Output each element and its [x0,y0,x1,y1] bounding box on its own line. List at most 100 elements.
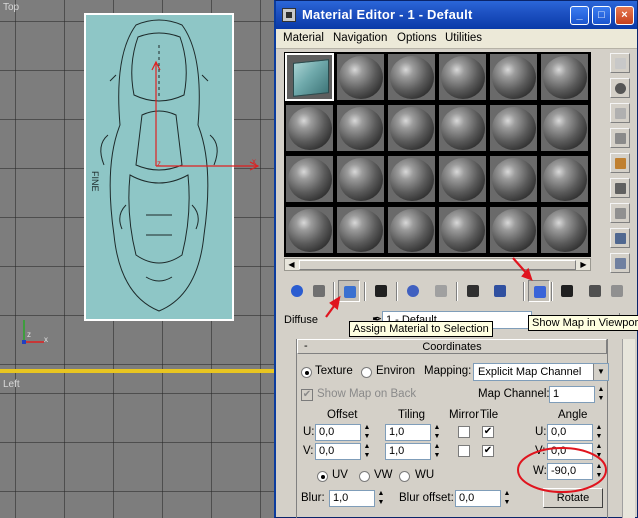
spin-up-icon[interactable]: ▲ [596,386,606,394]
v-angle-spinner[interactable]: 0,0 ▲ ▼ [547,443,605,460]
reset-map-button[interactable] [370,280,392,302]
viewport-label-left[interactable]: Left [3,379,20,390]
put-to-library-button[interactable] [462,280,484,302]
transform-gizmo[interactable] [0,0,275,369]
material-slot[interactable] [285,206,334,254]
blur-offset-value[interactable]: 0,0 [455,490,501,507]
map-channel-value[interactable]: 1 [549,386,595,403]
make-preview-icon[interactable] [610,178,630,198]
go-to-parent-button[interactable] [584,280,606,302]
w-angle-value[interactable]: -90,0 [547,463,593,480]
spin-up-icon[interactable]: ▲ [594,424,604,432]
blur-value[interactable]: 1,0 [329,490,375,507]
spin-down-icon[interactable]: ▼ [594,452,604,460]
spin-up-icon[interactable]: ▲ [362,443,372,451]
options-icon[interactable] [610,203,630,223]
put-to-scene-button[interactable] [308,280,330,302]
spin-down-icon[interactable]: ▼ [362,452,372,460]
u-angle-spinner[interactable]: 0,0 ▲ ▼ [547,424,605,441]
v-offset-value[interactable]: 0,0 [315,443,361,460]
material-slot[interactable] [489,155,538,203]
slots-horizontal-scrollbar[interactable]: ◀ ▶ [284,258,591,271]
material-slot[interactable] [540,206,589,254]
background-icon[interactable] [610,103,630,123]
material-slot[interactable] [438,104,487,152]
chevron-down-icon[interactable]: ▼ [593,364,608,380]
material-navigator-icon[interactable] [610,253,630,273]
spin-up-icon[interactable]: ▲ [594,463,604,471]
u-tile-checkbox[interactable]: ✔ [482,426,494,438]
scroll-left-arrow-icon[interactable]: ◀ [286,260,297,270]
wu-radio[interactable] [399,471,410,482]
environ-radio[interactable] [361,367,372,378]
blur-offset-spinner[interactable]: 0,0 ▲ ▼ [455,490,513,507]
material-slot[interactable] [285,104,334,152]
material-slot[interactable] [336,206,385,254]
minimize-button[interactable]: _ [570,6,589,25]
material-slot[interactable] [336,155,385,203]
material-slot[interactable] [540,104,589,152]
show-end-result-button[interactable] [556,280,578,302]
scroll-thumb[interactable] [299,260,576,270]
uv-tiling-icon[interactable] [610,128,630,148]
close-button[interactable]: × [615,6,634,25]
material-slot[interactable] [336,53,385,101]
menu-navigation[interactable]: Navigation [333,32,387,44]
v-angle-value[interactable]: 0,0 [547,443,593,460]
video-check-icon[interactable] [610,153,630,173]
material-slot[interactable] [387,104,436,152]
material-slot[interactable] [336,104,385,152]
u-offset-spinner[interactable]: 0,0 ▲ ▼ [315,424,373,441]
maximize-button[interactable]: □ [592,6,611,25]
v-offset-spinner[interactable]: 0,0 ▲ ▼ [315,443,373,460]
coordinates-rollout-header[interactable]: - Coordinates [297,339,607,354]
sample-type-icon[interactable] [610,53,630,73]
w-angle-spinner[interactable]: -90,0 ▲ ▼ [547,463,605,480]
spin-up-icon[interactable]: ▲ [432,424,442,432]
make-preview-button[interactable] [430,280,452,302]
material-slot[interactable] [285,53,334,101]
spin-down-icon[interactable]: ▼ [362,433,372,441]
texture-radio[interactable] [301,367,312,378]
spin-down-icon[interactable]: ▼ [376,499,386,507]
u-tiling-spinner[interactable]: 1,0 ▲ ▼ [385,424,443,441]
spin-up-icon[interactable]: ▲ [432,443,442,451]
blur-spinner[interactable]: 1,0 ▲ ▼ [329,490,387,507]
u-mirror-checkbox[interactable] [458,426,470,438]
spin-up-icon[interactable]: ▲ [376,490,386,498]
left-viewport[interactable]: Left [0,373,275,518]
scroll-right-arrow-icon[interactable]: ▶ [578,260,589,270]
spin-up-icon[interactable]: ▲ [362,424,372,432]
panel-vertical-scrollbar[interactable] [622,339,635,518]
menu-utilities[interactable]: Utilities [445,32,482,44]
material-slot[interactable] [387,206,436,254]
v-tiling-spinner[interactable]: 1,0 ▲ ▼ [385,443,443,460]
material-slot[interactable] [387,155,436,203]
material-slot[interactable] [438,206,487,254]
spin-down-icon[interactable]: ▼ [594,433,604,441]
v-tile-checkbox[interactable]: ✔ [482,445,494,457]
material-slot[interactable] [540,53,589,101]
assign-material-button[interactable] [338,280,360,302]
go-forward-button[interactable] [606,280,628,302]
mapping-dropdown[interactable]: Explicit Map Channel ▼ [473,363,609,381]
v-mirror-checkbox[interactable] [458,445,470,457]
material-slot[interactable] [489,104,538,152]
map-channel-spinner[interactable]: 1 ▲ ▼ [549,386,607,403]
material-slot[interactable] [285,155,334,203]
app-icon[interactable] [282,8,296,22]
spin-up-icon[interactable]: ▲ [594,443,604,451]
material-slot[interactable] [438,155,487,203]
uv-radio[interactable] [317,471,328,482]
material-slot[interactable] [489,53,538,101]
spin-down-icon[interactable]: ▼ [596,395,606,403]
menu-options[interactable]: Options [397,32,437,44]
material-slot[interactable] [540,155,589,203]
spin-down-icon[interactable]: ▼ [432,452,442,460]
rotate-button[interactable]: Rotate [543,488,603,508]
u-angle-value[interactable]: 0,0 [547,424,593,441]
vw-radio[interactable] [359,471,370,482]
spin-down-icon[interactable]: ▼ [502,499,512,507]
u-offset-value[interactable]: 0,0 [315,424,361,441]
backlight-icon[interactable] [610,78,630,98]
